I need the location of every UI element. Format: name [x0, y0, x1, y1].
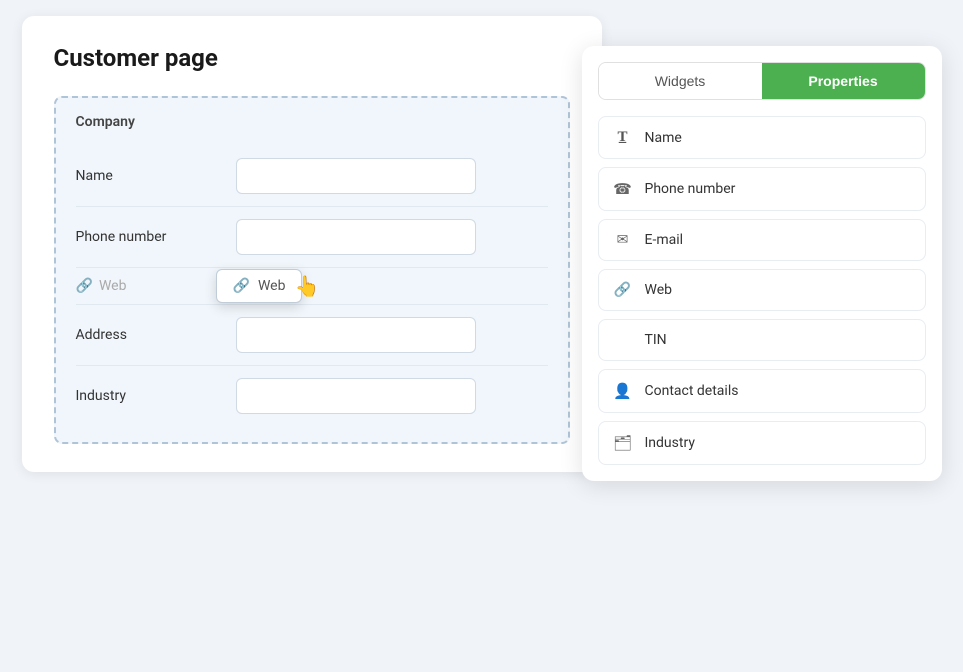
form-row-name: Name — [76, 146, 548, 207]
widget-list: T̲ Name ☎ Phone number ✉ E-mail 🔗 Web TI… — [598, 116, 926, 465]
widget-item-contact[interactable]: 👤 Contact details — [598, 369, 926, 413]
phone-icon: ☎ — [613, 180, 633, 198]
widget-item-web[interactable]: 🔗 Web — [598, 269, 926, 311]
field-label-name: Name — [76, 168, 236, 184]
address-input[interactable] — [236, 317, 476, 353]
tab-row: Widgets Properties — [598, 62, 926, 100]
web-placeholder: 🔗 Web — [76, 278, 127, 294]
widget-label-email: E-mail — [645, 232, 684, 248]
link-icon: 🔗 — [76, 278, 93, 294]
web-link-icon: 🔗 — [613, 282, 633, 298]
customer-panel: Customer page Company Name Phone number … — [22, 16, 602, 472]
drag-preview-label: Web — [258, 278, 286, 294]
tab-widgets[interactable]: Widgets — [599, 63, 762, 99]
folder-icon: 🗂 — [613, 434, 633, 452]
name-input[interactable] — [236, 158, 476, 194]
widget-label-phone: Phone number — [645, 181, 736, 197]
widget-label-tin: TIN — [645, 332, 667, 348]
form-row-web: 🔗 Web 🔗 Web 👆 — [76, 268, 548, 305]
widget-label-web: Web — [645, 282, 673, 298]
scene: Customer page Company Name Phone number … — [22, 16, 942, 656]
form-row-address: Address — [76, 305, 548, 366]
widget-item-tin[interactable]: TIN — [598, 319, 926, 361]
form-row-industry: Industry — [76, 366, 548, 426]
phone-input[interactable] — [236, 219, 476, 255]
drag-link-icon: 🔗 — [233, 278, 250, 294]
web-placeholder-text: Web — [99, 278, 127, 294]
cursor-hand-icon: 👆 — [295, 274, 320, 298]
contact-icon: 👤 — [613, 382, 633, 400]
company-label: Company — [76, 114, 548, 130]
widgets-panel: Widgets Properties T̲ Name ☎ Phone numbe… — [582, 46, 942, 481]
web-drag-preview[interactable]: 🔗 Web 👆 — [216, 269, 303, 303]
form-row-phone: Phone number — [76, 207, 548, 268]
page-title: Customer page — [54, 44, 570, 72]
widget-label-industry: Industry — [645, 435, 695, 451]
widget-label-contact: Contact details — [645, 383, 739, 399]
company-section: Company Name Phone number 🔗 Web 🔗 Web — [54, 96, 570, 444]
field-label-industry: Industry — [76, 388, 236, 404]
email-icon: ✉ — [613, 232, 633, 248]
widget-label-name: Name — [645, 130, 682, 146]
widget-item-name[interactable]: T̲ Name — [598, 116, 926, 159]
field-label-address: Address — [76, 327, 236, 343]
field-label-phone: Phone number — [76, 229, 236, 245]
tab-properties[interactable]: Properties — [762, 63, 925, 99]
widget-item-phone[interactable]: ☎ Phone number — [598, 167, 926, 211]
widget-item-email[interactable]: ✉ E-mail — [598, 219, 926, 261]
industry-input[interactable] — [236, 378, 476, 414]
text-format-icon: T̲ — [613, 129, 633, 146]
widget-item-industry[interactable]: 🗂 Industry — [598, 421, 926, 465]
